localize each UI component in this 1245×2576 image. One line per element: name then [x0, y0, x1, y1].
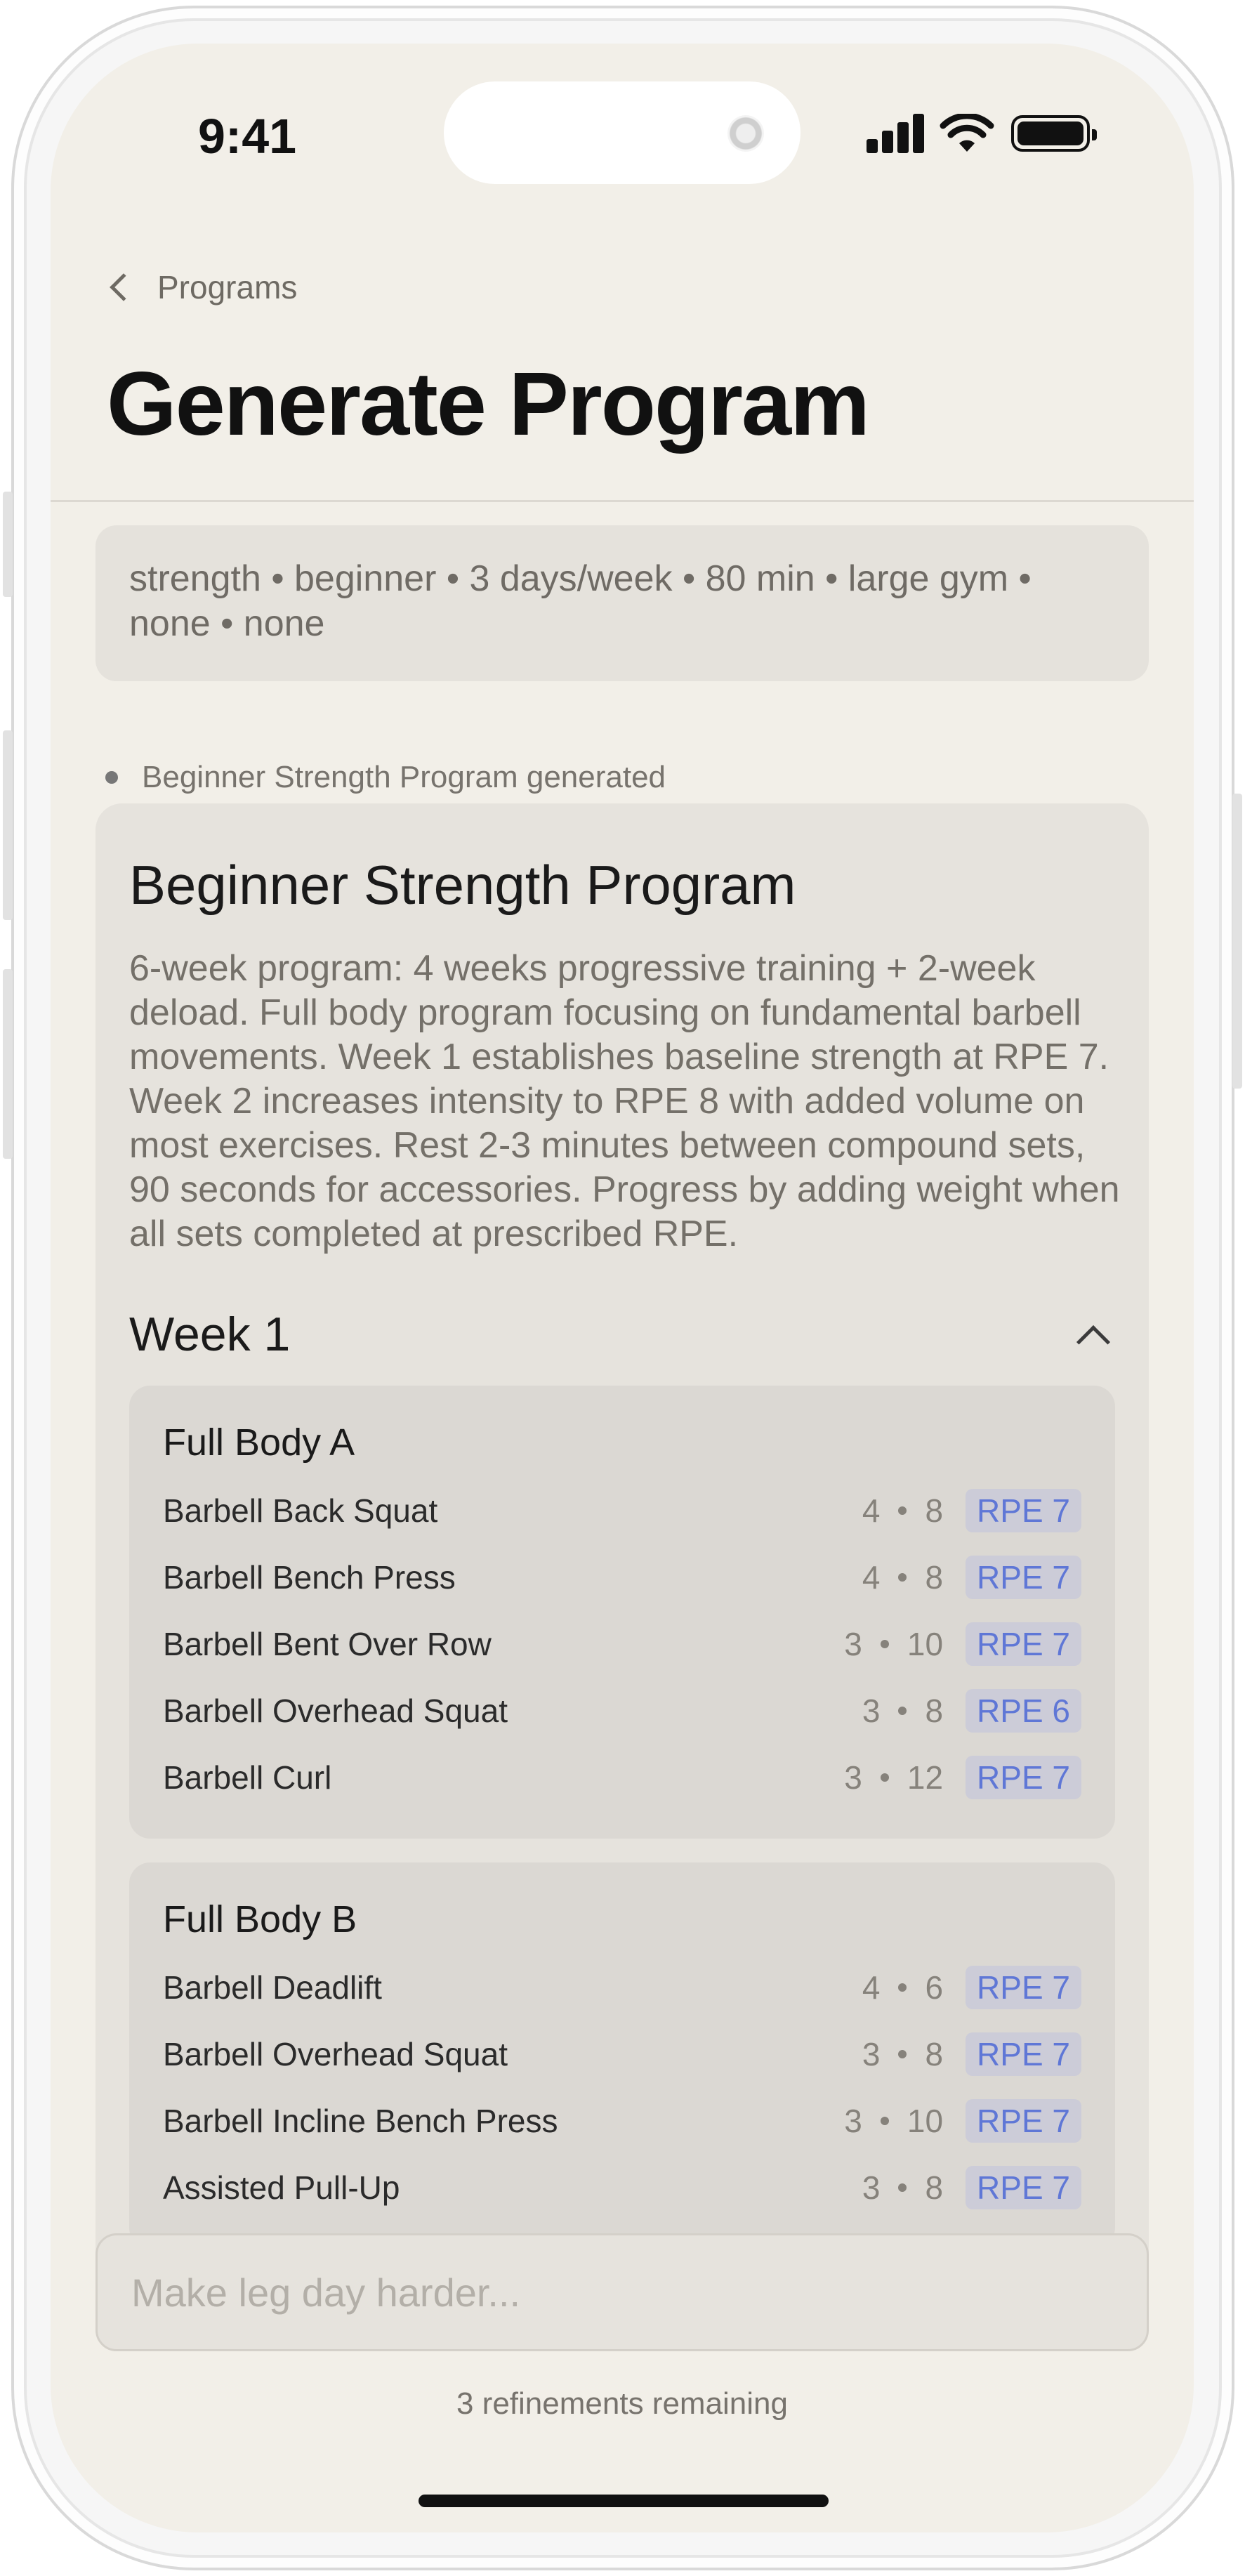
refinements-remaining: 3 refinements remaining: [456, 2386, 788, 2421]
exercise-sets: 3: [862, 2169, 881, 2206]
separator-dot: [898, 2049, 907, 2058]
exercise-reps: 6: [925, 1969, 944, 2006]
rpe-badge: RPE 7: [966, 2098, 1081, 2143]
rpe-badge: RPE 7: [966, 2032, 1081, 2076]
rpe-badge: RPE 7: [966, 1488, 1081, 1532]
exercise-sets: 4: [862, 1492, 881, 1529]
separator-dot: [880, 1773, 889, 1782]
exercise-name: Barbell Back Squat: [163, 1492, 438, 1529]
exercise-reps: 12: [907, 1759, 944, 1796]
home-indicator[interactable]: [419, 2495, 829, 2507]
cellular-signal-icon: [867, 114, 925, 153]
wifi-icon: [940, 114, 994, 152]
exercise-reps: 8: [925, 2035, 944, 2072]
exercise-row: Barbell Bench Press 4 8 RPE 7: [163, 1544, 1081, 1610]
exercise-name: Barbell Incline Bench Press: [163, 2102, 558, 2139]
program-title: Beginner Strength Program: [129, 854, 796, 916]
exercise-name: Barbell Overhead Squat: [163, 2035, 508, 2072]
workout-card: Full Body A Barbell Back Squat 4 8 RPE 7…: [129, 1386, 1115, 1839]
exercise-sets: 3: [844, 2102, 862, 2139]
action-button: [3, 492, 13, 597]
volume-up-button: [3, 730, 13, 920]
exercise-name: Assisted Pull-Up: [163, 2169, 400, 2206]
separator-dot: [898, 2183, 907, 2192]
params-summary: strength • beginner • 3 days/week • 80 m…: [95, 525, 1149, 681]
workout-title: Full Body B: [163, 1898, 357, 1940]
exercise-name: Barbell Bent Over Row: [163, 1625, 492, 1662]
volume-down-button: [3, 969, 13, 1159]
exercise-name: Barbell Overhead Squat: [163, 1692, 508, 1729]
week-header[interactable]: Week 1: [129, 1303, 1115, 1366]
rpe-badge: RPE 6: [966, 1688, 1081, 1733]
exercise-sets: 4: [862, 1558, 881, 1596]
exercise-sets: 3: [844, 1625, 862, 1662]
generation-status-text: Beginner Strength Program generated: [142, 760, 666, 794]
separator-dot: [880, 1639, 889, 1648]
separator-dot: [898, 1506, 907, 1515]
rpe-badge: RPE 7: [966, 1555, 1081, 1599]
rpe-badge: RPE 7: [966, 2165, 1081, 2209]
generation-status: Beginner Strength Program generated: [105, 760, 666, 795]
rpe-badge: RPE 7: [966, 1755, 1081, 1799]
chevron-left-icon: [110, 273, 138, 301]
workout-title: Full Body A: [163, 1421, 355, 1464]
header-divider: [51, 500, 1194, 502]
exercise-row: Assisted Pull-Up 3 8 RPE 7: [163, 2154, 1081, 2221]
battery-icon: [1011, 115, 1097, 152]
status-time: 9:41: [198, 109, 297, 164]
exercise-reps: 8: [925, 1692, 944, 1729]
program-card: Beginner Strength Program 6-week program…: [95, 803, 1149, 2278]
back-label: Programs: [157, 269, 298, 305]
exercise-reps: 10: [907, 2102, 944, 2139]
exercise-name: Barbell Curl: [163, 1759, 332, 1796]
exercise-reps: 8: [925, 1492, 944, 1529]
exercise-row: Barbell Incline Bench Press 3 10 RPE 7: [163, 2087, 1081, 2154]
chevron-up-icon[interactable]: [1076, 1325, 1111, 1360]
rpe-badge: RPE 7: [966, 1965, 1081, 2009]
exercise-sets: 4: [862, 1969, 881, 2006]
exercise-reps: 8: [925, 1558, 944, 1596]
exercise-name: Barbell Deadlift: [163, 1969, 382, 2006]
power-button: [1232, 794, 1242, 1089]
workout-card: Full Body B Barbell Deadlift 4 6 RPE 7 B…: [129, 1862, 1115, 2249]
exercise-sets: 3: [862, 2035, 881, 2072]
separator-dot: [898, 1983, 907, 1992]
camera-icon: [727, 115, 764, 152]
separator-dot: [898, 1572, 907, 1582]
screen: 9:41 Programs Generate Program strength …: [51, 44, 1194, 2532]
page-title: Generate Program: [107, 354, 870, 454]
exercise-row: Barbell Deadlift 4 6 RPE 7: [163, 1954, 1081, 2020]
exercise-sets: 3: [862, 1692, 881, 1729]
refine-input[interactable]: [95, 2233, 1149, 2351]
rpe-badge: RPE 7: [966, 1622, 1081, 1666]
exercise-name: Barbell Bench Press: [163, 1558, 456, 1596]
exercise-row: Barbell Curl 3 12 RPE 7: [163, 1744, 1081, 1811]
exercise-reps: 10: [907, 1625, 944, 1662]
dynamic-island: [444, 81, 801, 184]
back-button[interactable]: Programs: [107, 268, 297, 306]
exercise-row: Barbell Overhead Squat 3 8 RPE 6: [163, 1677, 1081, 1744]
exercise-sets: 3: [844, 1759, 862, 1796]
exercise-row: Barbell Bent Over Row 3 10 RPE 7: [163, 1610, 1081, 1677]
exercise-reps: 8: [925, 2169, 944, 2206]
separator-dot: [898, 1706, 907, 1715]
exercise-row: Barbell Back Squat 4 8 RPE 7: [163, 1477, 1081, 1544]
program-description: 6-week program: 4 weeks progressive trai…: [129, 948, 1120, 1254]
exercise-row: Barbell Overhead Squat 3 8 RPE 7: [163, 2020, 1081, 2087]
separator-dot: [880, 2116, 889, 2125]
week-title: Week 1: [129, 1308, 291, 1361]
status-dot-icon: [105, 771, 118, 784]
